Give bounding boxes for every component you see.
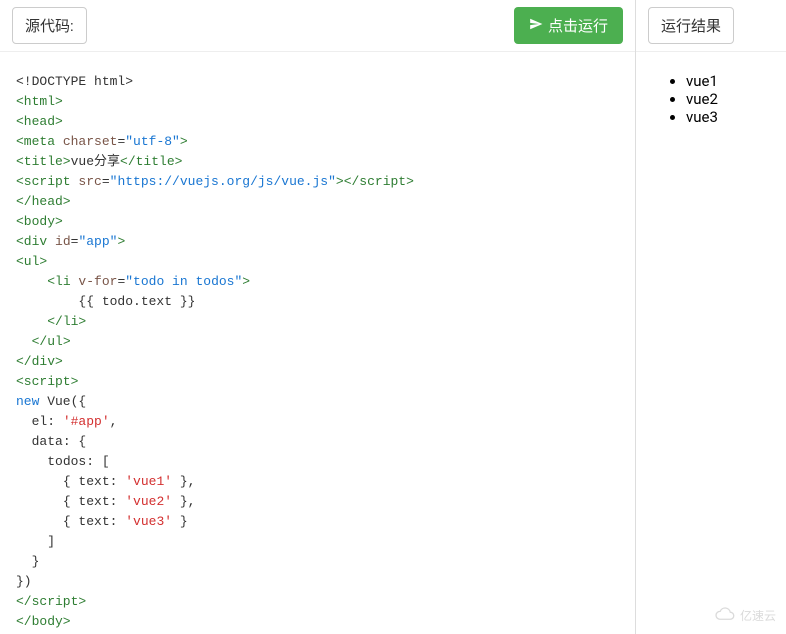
- source-code-label: 源代码:: [12, 7, 87, 44]
- list-item: vue1: [686, 72, 776, 90]
- cloud-icon: [714, 607, 736, 624]
- toolbar: 源代码: 点击运行: [0, 0, 635, 52]
- result-label: 运行结果: [648, 7, 734, 44]
- result-body: vue1vue2vue3: [636, 52, 786, 136]
- watermark: 亿速云: [714, 607, 776, 624]
- code-editor[interactable]: <!DOCTYPE html> <html> <head> <meta char…: [0, 52, 635, 634]
- paper-plane-icon: [529, 17, 543, 35]
- result-header: 运行结果: [636, 0, 786, 52]
- result-panel: 运行结果 vue1vue2vue3 亿速云: [636, 0, 786, 634]
- list-item: vue3: [686, 108, 776, 126]
- watermark-text: 亿速云: [740, 607, 776, 624]
- app-container: 源代码: 点击运行 <!DOCTYPE html> <html> <head> …: [0, 0, 786, 634]
- source-panel: 源代码: 点击运行 <!DOCTYPE html> <html> <head> …: [0, 0, 636, 634]
- list-item: vue2: [686, 90, 776, 108]
- run-button-label: 点击运行: [548, 15, 608, 36]
- run-button[interactable]: 点击运行: [514, 7, 623, 44]
- result-list: vue1vue2vue3: [646, 72, 776, 126]
